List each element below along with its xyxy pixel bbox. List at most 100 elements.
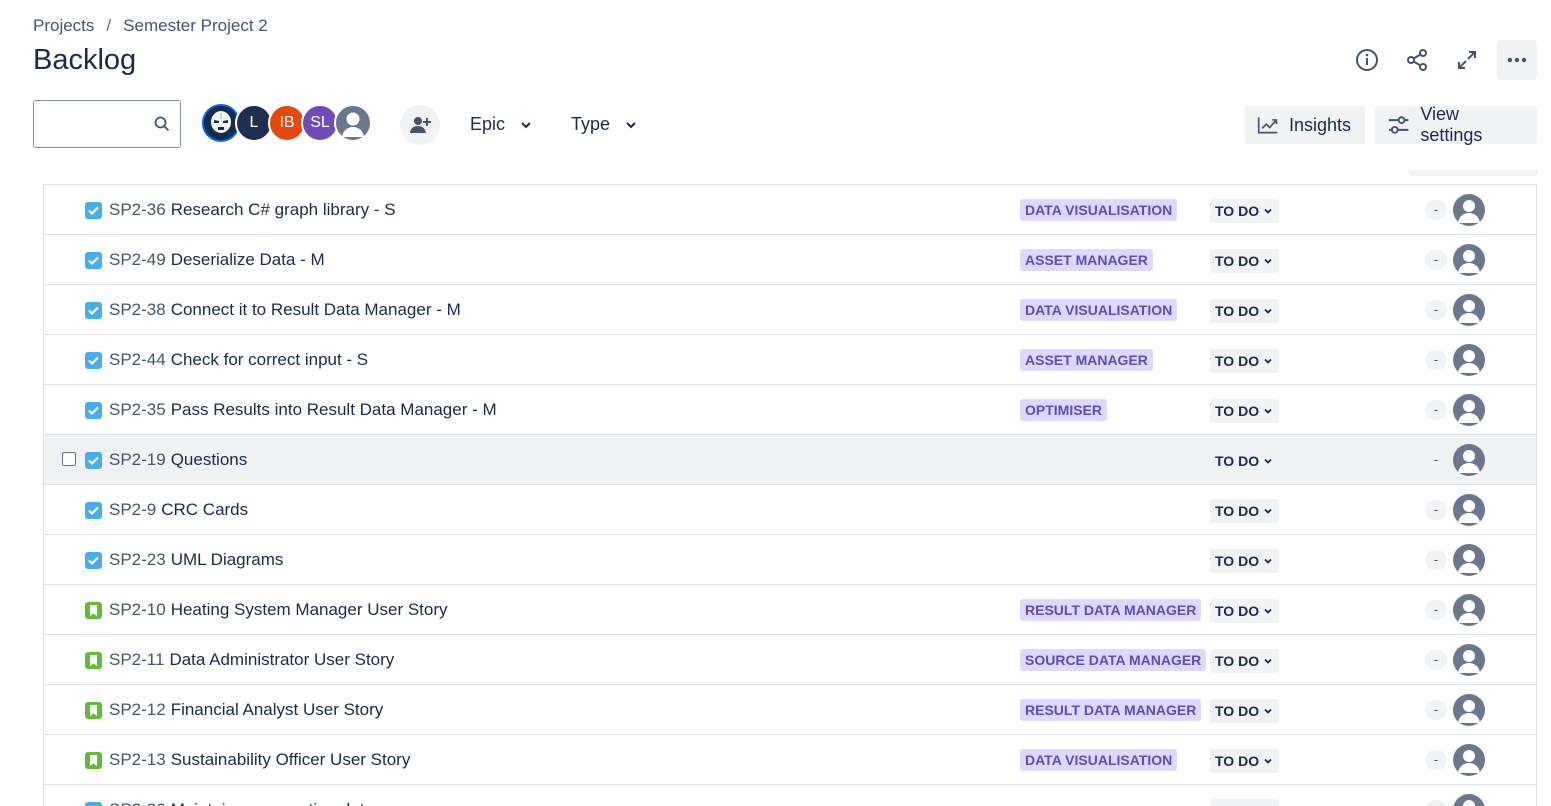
assignee-avatar[interactable]	[1453, 294, 1485, 326]
issue-row[interactable]: SP2-13 Sustainability Officer User Story D…	[44, 735, 1536, 785]
status-dropdown[interactable]: TO DO	[1210, 649, 1280, 673]
share-button[interactable]	[1397, 40, 1437, 80]
avatar-unknown-user[interactable]	[334, 104, 372, 142]
issue-key[interactable]: SP2-23	[109, 550, 166, 570]
epic-filter-dropdown[interactable]: Epic	[470, 114, 533, 135]
issue-summary[interactable]: Heating System Manager User Story	[171, 600, 448, 620]
assignee-avatar[interactable]	[1453, 344, 1485, 376]
story-points-estimate[interactable]: -	[1425, 600, 1447, 620]
status-dropdown[interactable]: TO DO	[1210, 549, 1280, 573]
issue-row[interactable]: SP2-44 Check for correct input - S ASSET M…	[44, 335, 1536, 385]
epic-lozenge: SOURCE DATA MANAGER	[1020, 649, 1207, 671]
issue-summary[interactable]: Questions	[171, 450, 248, 470]
person-icon	[1458, 600, 1480, 623]
issue-summary[interactable]: UML Diagrams	[171, 550, 284, 570]
issue-row[interactable]: SP2-9 CRC Cards TO DO -	[44, 485, 1536, 535]
issue-key[interactable]: SP2-36	[109, 200, 166, 220]
story-points-estimate[interactable]: -	[1425, 450, 1447, 470]
breadcrumb-project-link[interactable]: Semester Project 2	[123, 16, 268, 36]
issue-row[interactable]: SP2-38 Connect it to Result Data Manager …	[44, 285, 1536, 335]
issue-key[interactable]: SP2-9	[109, 500, 156, 520]
story-points-estimate[interactable]: -	[1425, 800, 1447, 806]
insights-label: Insights	[1288, 114, 1351, 135]
assignee-avatar[interactable]	[1453, 594, 1485, 626]
assignee-avatar[interactable]	[1453, 794, 1485, 806]
status-dropdown[interactable]: TO DO	[1210, 799, 1280, 806]
issue-summary[interactable]: Financial Analyst User Story	[171, 700, 384, 720]
issue-key[interactable]: SP2-49	[109, 250, 166, 270]
status-label: TO DO	[1215, 753, 1260, 769]
issue-summary[interactable]: Check for correct input - S	[171, 350, 368, 370]
issue-key[interactable]: SP2-12	[109, 700, 166, 720]
task-icon	[85, 302, 102, 319]
more-actions-button[interactable]	[1497, 40, 1537, 80]
task-icon	[85, 202, 102, 219]
issue-row[interactable]: SP2-10 Heating System Manager User Story R…	[44, 585, 1536, 635]
issue-summary[interactable]: Sustainability Officer User Story	[171, 750, 411, 770]
issue-summary[interactable]: Pass Results into Result Data Manager - …	[171, 400, 497, 420]
story-points-estimate[interactable]: -	[1425, 550, 1447, 570]
issue-row[interactable]: SP2-23 UML Diagrams TO DO -	[44, 535, 1536, 585]
story-points-estimate[interactable]: -	[1425, 650, 1447, 670]
story-points-estimate[interactable]: -	[1425, 300, 1447, 320]
issue-key[interactable]: SP2-38	[109, 300, 166, 320]
story-points-estimate[interactable]: -	[1425, 750, 1447, 770]
assignee-avatar[interactable]	[1453, 394, 1485, 426]
issue-summary[interactable]: CRC Cards	[161, 500, 248, 520]
issue-key[interactable]: SP2-10	[109, 600, 166, 620]
issue-row[interactable]: SP2-26 Maintain consumption dat TO DO -	[44, 785, 1536, 806]
issue-summary[interactable]: Research C# graph library - S	[171, 200, 396, 220]
issue-row[interactable]: SP2-19 Questions TO DO -	[44, 435, 1536, 485]
info-button[interactable]	[1347, 40, 1387, 80]
story-points-estimate[interactable]: -	[1425, 200, 1447, 220]
status-dropdown[interactable]: TO DO	[1210, 349, 1280, 373]
issue-row[interactable]: SP2-11 Data Administrator User Story SOURC…	[44, 635, 1536, 685]
story-points-estimate[interactable]: -	[1425, 250, 1447, 270]
status-dropdown[interactable]: TO DO	[1210, 199, 1280, 223]
status-dropdown[interactable]: TO DO	[1210, 399, 1280, 423]
breadcrumb-projects-link[interactable]: Projects	[33, 16, 94, 36]
assignee-avatar[interactable]	[1453, 544, 1485, 576]
assignee-avatar[interactable]	[1453, 194, 1485, 226]
status-dropdown[interactable]: TO DO	[1210, 299, 1280, 323]
issue-summary[interactable]: Connect it to Result Data Manager - M	[171, 300, 461, 320]
status-dropdown[interactable]: TO DO	[1210, 599, 1280, 623]
issue-key[interactable]: SP2-11	[109, 650, 164, 670]
assignee-avatar[interactable]	[1453, 694, 1485, 726]
story-points-estimate[interactable]: -	[1425, 500, 1447, 520]
issue-summary[interactable]: Maintain consumption dat	[171, 800, 365, 806]
issue-summary[interactable]: Deserialize Data - M	[171, 250, 325, 270]
issue-key[interactable]: SP2-13	[109, 750, 166, 770]
add-people-button[interactable]	[400, 105, 440, 145]
issue-row[interactable]: SP2-35 Pass Results into Result Data Mana…	[44, 385, 1536, 435]
status-label: TO DO	[1215, 453, 1260, 469]
assignee-avatar[interactable]	[1453, 744, 1485, 776]
story-points-estimate[interactable]: -	[1425, 700, 1447, 720]
status-dropdown[interactable]: TO DO	[1210, 749, 1280, 773]
story-points-estimate[interactable]: -	[1425, 350, 1447, 370]
status-dropdown[interactable]: TO DO	[1210, 499, 1280, 523]
insights-button[interactable]: Insights	[1245, 106, 1365, 144]
row-select-checkbox[interactable]	[62, 452, 76, 466]
issue-row[interactable]: SP2-36 Research C# graph library - S DATA …	[44, 185, 1536, 235]
issue-key[interactable]: SP2-35	[109, 400, 166, 420]
assignee-avatar[interactable]	[1453, 444, 1485, 476]
view-settings-button[interactable]: View settings	[1375, 104, 1537, 145]
issue-key[interactable]: SP2-19	[109, 450, 166, 470]
issue-row[interactable]: SP2-49 Deserialize Data - M ASSET MANAGER T…	[44, 235, 1536, 285]
status-dropdown[interactable]: TO DO	[1210, 699, 1280, 723]
assignee-avatar[interactable]	[1453, 494, 1485, 526]
issue-summary[interactable]: Data Administrator User Story	[169, 650, 394, 670]
assignee-avatar[interactable]	[1453, 244, 1485, 276]
fullscreen-button[interactable]	[1447, 40, 1487, 80]
status-dropdown[interactable]: TO DO	[1210, 449, 1280, 473]
issue-key[interactable]: SP2-26	[109, 800, 166, 806]
type-filter-dropdown[interactable]: Type	[571, 114, 638, 135]
story-points-estimate[interactable]: -	[1425, 400, 1447, 420]
issue-key[interactable]: SP2-44	[109, 350, 166, 370]
search-input[interactable]	[42, 101, 156, 147]
epic-lozenge: DATA VISUALISATION	[1020, 299, 1178, 321]
issue-row[interactable]: SP2-12 Financial Analyst User Story RESULT…	[44, 685, 1536, 735]
status-dropdown[interactable]: TO DO	[1210, 249, 1280, 273]
assignee-avatar[interactable]	[1453, 644, 1485, 676]
